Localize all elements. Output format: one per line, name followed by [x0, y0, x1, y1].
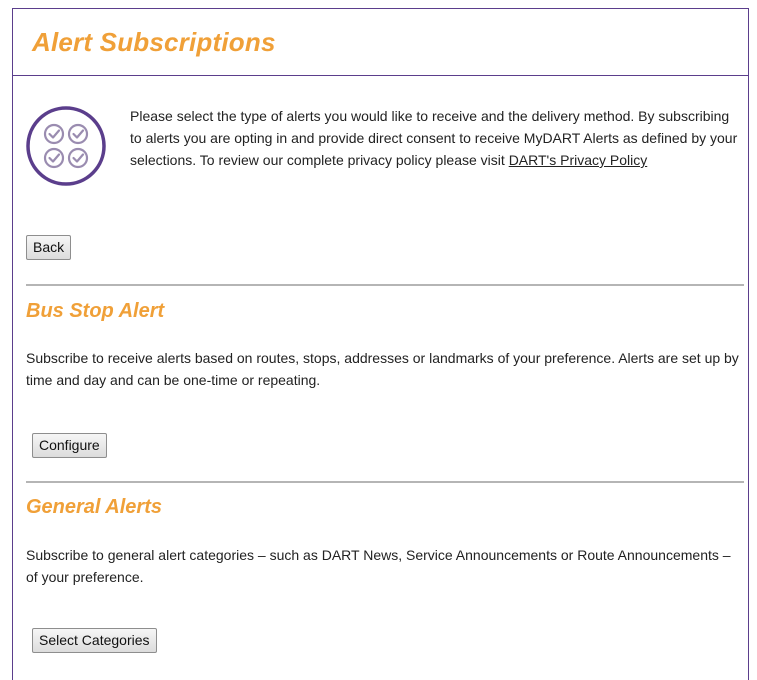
panel-header: Alert Subscriptions — [13, 9, 748, 76]
section-divider — [26, 284, 744, 286]
bus-stop-alert-description: Subscribe to receive alerts based on rou… — [26, 350, 739, 388]
intro-section: Please select the type of alerts you wou… — [13, 76, 748, 188]
select-categories-button[interactable]: Select Categories — [32, 628, 157, 653]
alert-subscriptions-panel: Alert Subscriptions Please select the ty… — [12, 8, 749, 680]
configure-button[interactable]: Configure — [32, 433, 107, 458]
checklist-circle-icon — [26, 106, 106, 186]
general-alerts-title: General Alerts — [26, 496, 162, 518]
general-alerts-description: Subscribe to general alert categories – … — [26, 547, 731, 585]
back-button[interactable]: Back — [26, 235, 72, 260]
page-title: Alert Subscriptions — [32, 26, 276, 57]
section-divider — [26, 481, 744, 483]
bus-stop-alert-title: Bus Stop Alert — [26, 300, 165, 322]
privacy-policy-link[interactable]: DART's Privacy Policy — [509, 152, 648, 168]
intro-text: Please select the type of alerts you wou… — [130, 105, 740, 171]
